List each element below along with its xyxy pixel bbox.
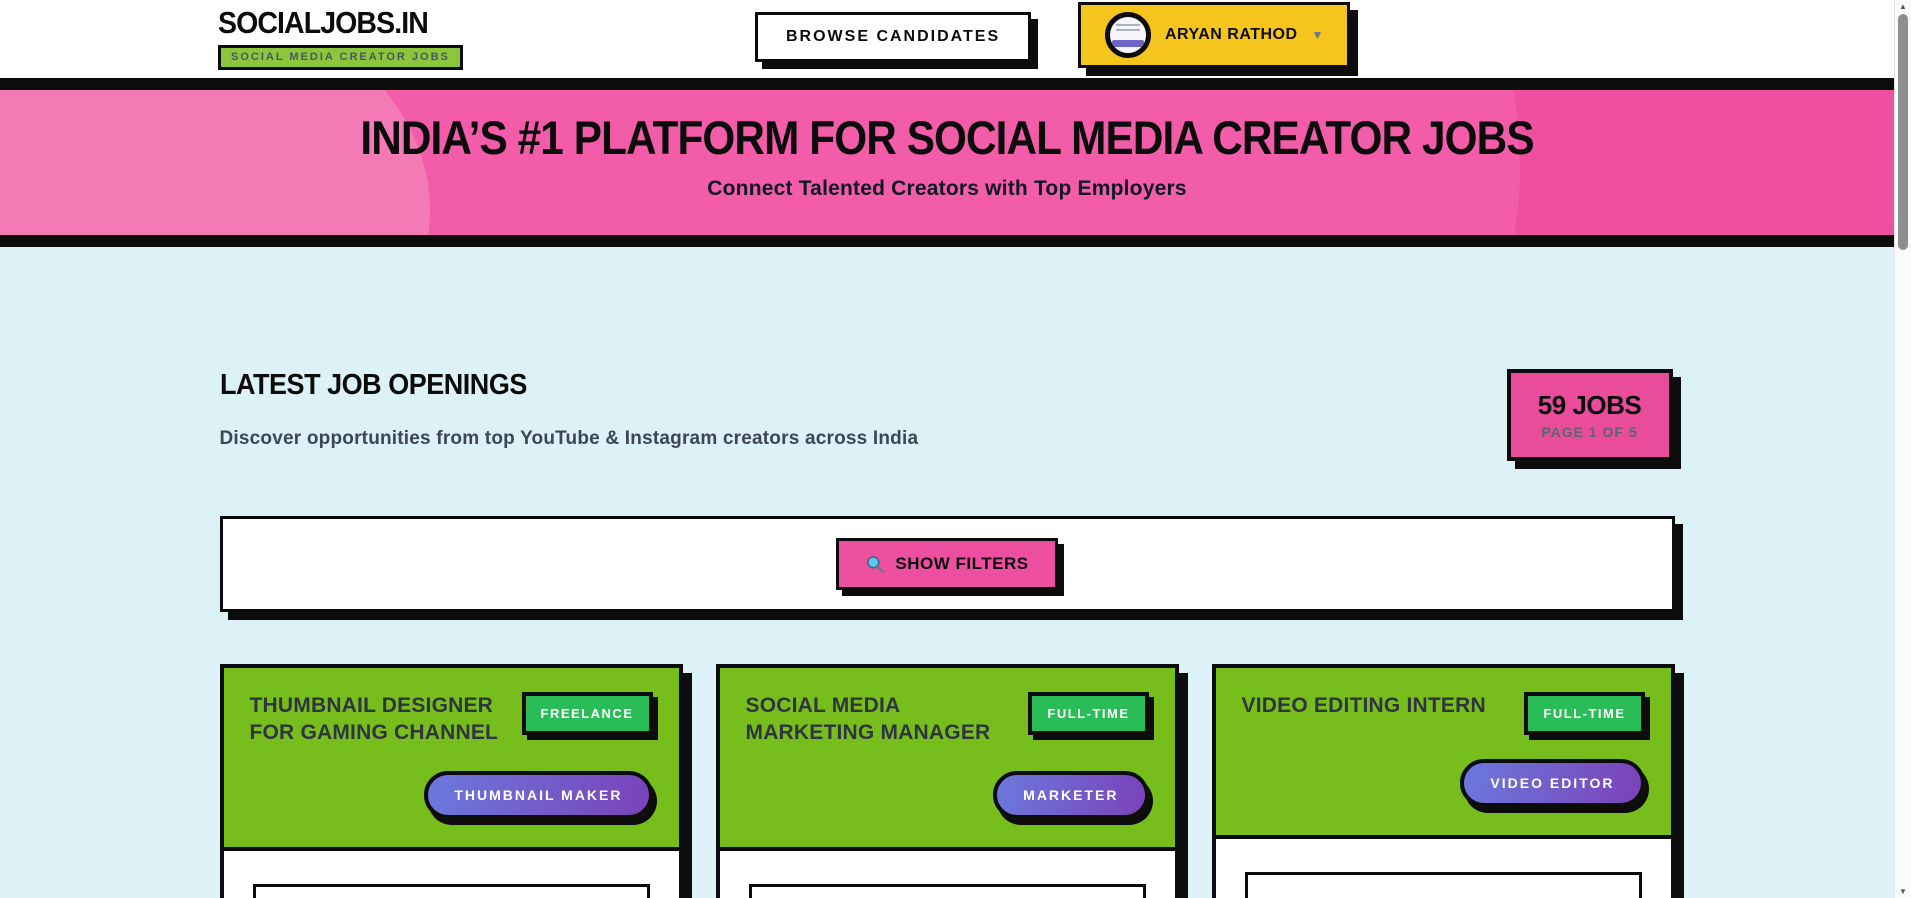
avatar — [1105, 12, 1151, 58]
job-cards-grid: THUMBNAIL DESIGNER FOR GAMING CHANNEL FR… — [219, 664, 1675, 898]
jobs-count: 59 JOBS — [1537, 390, 1642, 420]
job-card-detail-box — [1244, 872, 1642, 898]
hero-banner: INDIA’S #1 PLATFORM FOR SOCIAL MEDIA CRE… — [0, 90, 1894, 235]
role-tag-pill: MARKETER — [993, 770, 1149, 819]
job-card[interactable]: SOCIAL MEDIA MARKETING MANAGER FULL-TIME… — [715, 664, 1179, 898]
employment-type-badge: FREELANCE — [521, 692, 653, 735]
filter-bar: SHOW FILTERS — [219, 516, 1675, 612]
section-title: LATEST JOB OPENINGS — [219, 369, 527, 401]
search-icon — [867, 556, 885, 573]
scrollbar[interactable]: ▲ ▼ — [1894, 0, 1911, 898]
show-filters-label: SHOW FILTERS — [895, 554, 1029, 573]
hero-title: INDIA’S #1 PLATFORM FOR SOCIAL MEDIA CRE… — [360, 111, 1534, 164]
job-card-body — [1216, 872, 1671, 898]
logo-tagline-badge: SOCIAL MEDIA CREATOR JOBS — [218, 45, 463, 70]
divider-bar-top — [0, 78, 1894, 90]
job-card-body — [720, 883, 1175, 898]
logo[interactable]: SOCIALJOBS.IN SOCIAL MEDIA CREATOR JOBS — [218, 5, 463, 70]
employment-type-badge: FULL-TIME — [1524, 692, 1645, 735]
job-title: VIDEO EDITING INTERN — [1241, 694, 1486, 717]
chevron-down-icon: ▼ — [1311, 28, 1324, 42]
job-card-body — [224, 883, 679, 898]
job-card-detail-box — [252, 883, 650, 898]
user-menu-button[interactable]: ARYAN RATHOD ▼ — [1078, 2, 1351, 68]
main-content: LATEST JOB OPENINGS Discover opportuniti… — [0, 247, 1894, 898]
role-tag-pill: THUMBNAIL MAKER — [424, 770, 653, 819]
job-card-header: THUMBNAIL DESIGNER FOR GAMING CHANNEL FR… — [223, 668, 679, 851]
job-card[interactable]: VIDEO EDITING INTERN FULL-TIME VIDEO EDI… — [1211, 664, 1675, 898]
job-card-header: SOCIAL MEDIA MARKETING MANAGER FULL-TIME… — [719, 668, 1175, 851]
scroll-down-arrow-icon[interactable]: ▼ — [1895, 887, 1911, 896]
job-title: SOCIAL MEDIA MARKETING MANAGER — [745, 694, 991, 745]
job-card-header: VIDEO EDITING INTERN FULL-TIME VIDEO EDI… — [1215, 668, 1671, 839]
scroll-up-arrow-icon[interactable]: ▲ — [1895, 2, 1911, 11]
header: SOCIALJOBS.IN SOCIAL MEDIA CREATOR JOBS … — [0, 0, 1894, 78]
page: SOCIALJOBS.IN SOCIAL MEDIA CREATOR JOBS … — [0, 0, 1911, 898]
page-indicator: PAGE 1 OF 5 — [1541, 424, 1638, 440]
role-tag-pill: VIDEO EDITOR — [1460, 759, 1645, 807]
employment-type-badge: FULL-TIME — [1028, 692, 1149, 735]
job-card[interactable]: THUMBNAIL DESIGNER FOR GAMING CHANNEL FR… — [219, 664, 683, 898]
show-filters-button[interactable]: SHOW FILTERS — [836, 538, 1058, 590]
job-title: THUMBNAIL DESIGNER FOR GAMING CHANNEL — [249, 694, 499, 745]
job-card-detail-box — [748, 883, 1146, 898]
browse-candidates-label: BROWSE CANDIDATES — [786, 28, 1001, 45]
jobs-count-badge: 59 JOBS PAGE 1 OF 5 — [1506, 369, 1673, 461]
scrollbar-thumb[interactable] — [1898, 14, 1908, 250]
browse-candidates-button[interactable]: BROWSE CANDIDATES — [755, 12, 1032, 62]
logo-title: SOCIALJOBS.IN — [218, 5, 429, 40]
user-name: ARYAN RATHOD — [1165, 26, 1298, 43]
jobs-section-header: LATEST JOB OPENINGS Discover opportuniti… — [219, 369, 1675, 461]
hero-subtitle: Connect Talented Creators with Top Emplo… — [707, 177, 1187, 200]
divider-bar-bottom — [0, 235, 1894, 247]
section-subtitle: Discover opportunities from top YouTube … — [219, 428, 919, 449]
